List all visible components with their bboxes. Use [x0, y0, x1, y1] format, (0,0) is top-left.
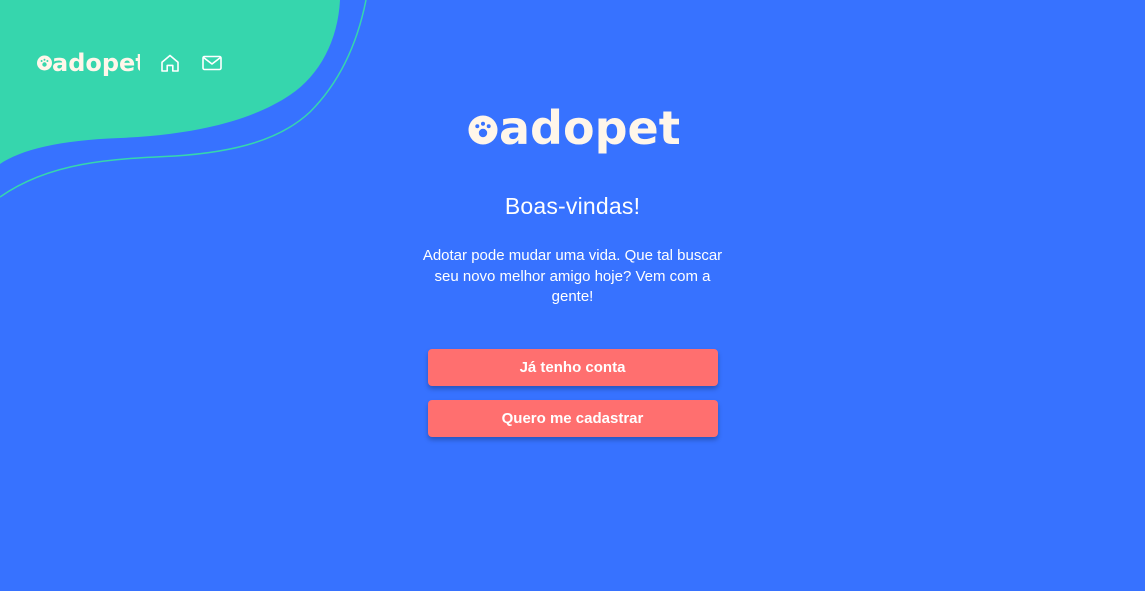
login-button[interactable]: Já tenho conta	[427, 348, 718, 386]
register-button[interactable]: Quero me cadastrar	[427, 399, 718, 437]
logo-text: adopet	[52, 49, 140, 77]
adopet-logo-large: adopet	[468, 101, 679, 155]
welcome-section: adopet Boas-vindas! Adotar pode mudar um…	[0, 96, 1145, 437]
nav-mail-link[interactable]	[200, 51, 224, 75]
logo-text-large: adopet	[499, 101, 679, 155]
welcome-title: Boas-vindas!	[504, 193, 641, 219]
nav-home-link[interactable]	[158, 51, 182, 75]
mail-icon	[202, 55, 222, 71]
top-navbar: adopet	[36, 44, 224, 82]
home-icon	[161, 54, 179, 72]
adopet-logo: adopet	[37, 49, 140, 77]
intro-text: Adotar pode mudar uma vida. Que tal busc…	[422, 247, 723, 305]
